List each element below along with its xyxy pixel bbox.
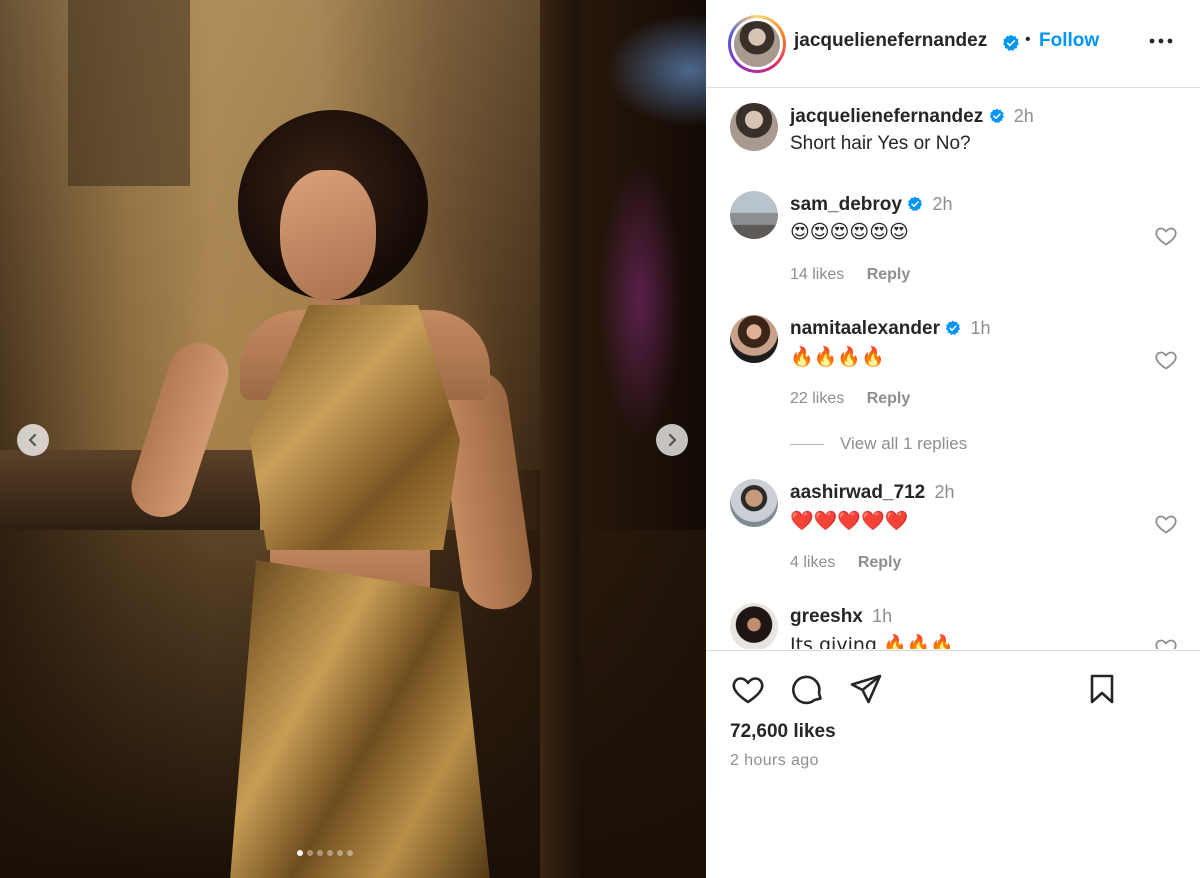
heart-icon[interactable] — [1154, 636, 1178, 649]
caption-text: Short hair Yes or No? — [790, 133, 971, 154]
heart-icon[interactable] — [1154, 348, 1178, 372]
carousel-dots — [297, 850, 353, 856]
chevron-right-icon — [668, 433, 677, 447]
reply-button[interactable]: Reply — [867, 266, 911, 283]
carousel-dot — [347, 850, 353, 856]
comment-text: 😍😍😍😍😍😍 — [790, 221, 909, 243]
post-timestamp: 2 hours ago — [730, 752, 819, 769]
post-header: jacquelienefernandez • Follow — [706, 0, 1200, 88]
comment-icon[interactable] — [790, 671, 826, 707]
reply-button[interactable]: Reply — [867, 390, 911, 407]
caption-time: 2h — [1013, 106, 1034, 126]
commenter-avatar[interactable] — [730, 479, 778, 527]
comment-time: 2h — [934, 482, 955, 502]
commenter-avatar[interactable] — [730, 315, 778, 363]
carousel-prev-button[interactable] — [17, 424, 49, 456]
replies-divider — [790, 443, 824, 445]
comment-likes[interactable]: 4 likes — [790, 554, 835, 571]
commenter-avatar[interactable] — [730, 191, 778, 239]
view-replies-link[interactable]: View all 1 replies — [840, 434, 967, 454]
comment-author[interactable]: sam_debroy — [790, 194, 902, 215]
comment-author[interactable]: greeshx — [790, 606, 863, 627]
comment-text: Its giving 🔥🔥🔥 — [790, 634, 954, 649]
verified-badge-icon — [946, 320, 961, 335]
post-media[interactable] — [0, 0, 706, 878]
author-avatar[interactable] — [730, 103, 778, 151]
view-replies[interactable]: View all 1 replies — [790, 434, 967, 454]
comment-likes[interactable]: 22 likes — [790, 390, 844, 407]
author-avatar-ring[interactable] — [728, 15, 786, 73]
heart-icon[interactable] — [1154, 512, 1178, 536]
follow-button[interactable]: Follow — [1039, 30, 1099, 52]
comment-author[interactable]: namitaalexander — [790, 318, 940, 339]
caption-author[interactable]: jacquelienefernandez — [790, 106, 983, 127]
carousel-dot — [297, 850, 303, 856]
comment-likes[interactable]: 14 likes — [790, 266, 844, 283]
chevron-left-icon — [28, 433, 37, 447]
carousel-dot — [307, 850, 313, 856]
verified-badge-icon — [989, 108, 1004, 123]
likes-count[interactable]: 72,600 likes — [730, 721, 836, 743]
reply-button[interactable]: Reply — [858, 554, 902, 571]
more-horizontal-icon — [1149, 38, 1173, 44]
author-avatar — [734, 21, 780, 67]
heart-icon[interactable] — [730, 671, 766, 707]
heart-icon[interactable] — [1154, 224, 1178, 248]
comment-time: 2h — [932, 194, 953, 214]
carousel-dot — [327, 850, 333, 856]
comment-time: 1h — [970, 318, 991, 338]
carousel-dot — [317, 850, 323, 856]
comment-time: 1h — [872, 606, 893, 626]
photo-subject — [123, 110, 550, 878]
header-separator: • — [1025, 31, 1031, 48]
comment-text: ❤️❤️❤️❤️❤️ — [790, 510, 909, 532]
comment-text: 🔥🔥🔥🔥 — [790, 346, 885, 368]
send-icon[interactable] — [848, 671, 884, 707]
carousel-next-button[interactable] — [656, 424, 688, 456]
author-username[interactable]: jacquelienefernandez — [794, 30, 987, 52]
post-actions: 72,600 likes 2 hours ago — [706, 650, 1200, 878]
comments-list[interactable]: jacquelienefernandez 2h Short hair Yes o… — [706, 89, 1200, 649]
post-sidebar: jacquelienefernandez • Follow jacquelien… — [706, 0, 1200, 878]
commenter-avatar[interactable] — [730, 603, 778, 649]
bookmark-icon[interactable] — [1084, 671, 1120, 707]
verified-badge-icon — [908, 196, 923, 211]
carousel-dot — [337, 850, 343, 856]
comment-author[interactable]: aashirwad_712 — [790, 482, 925, 503]
verified-badge-icon — [1002, 34, 1019, 51]
more-options-button[interactable] — [1146, 26, 1176, 56]
